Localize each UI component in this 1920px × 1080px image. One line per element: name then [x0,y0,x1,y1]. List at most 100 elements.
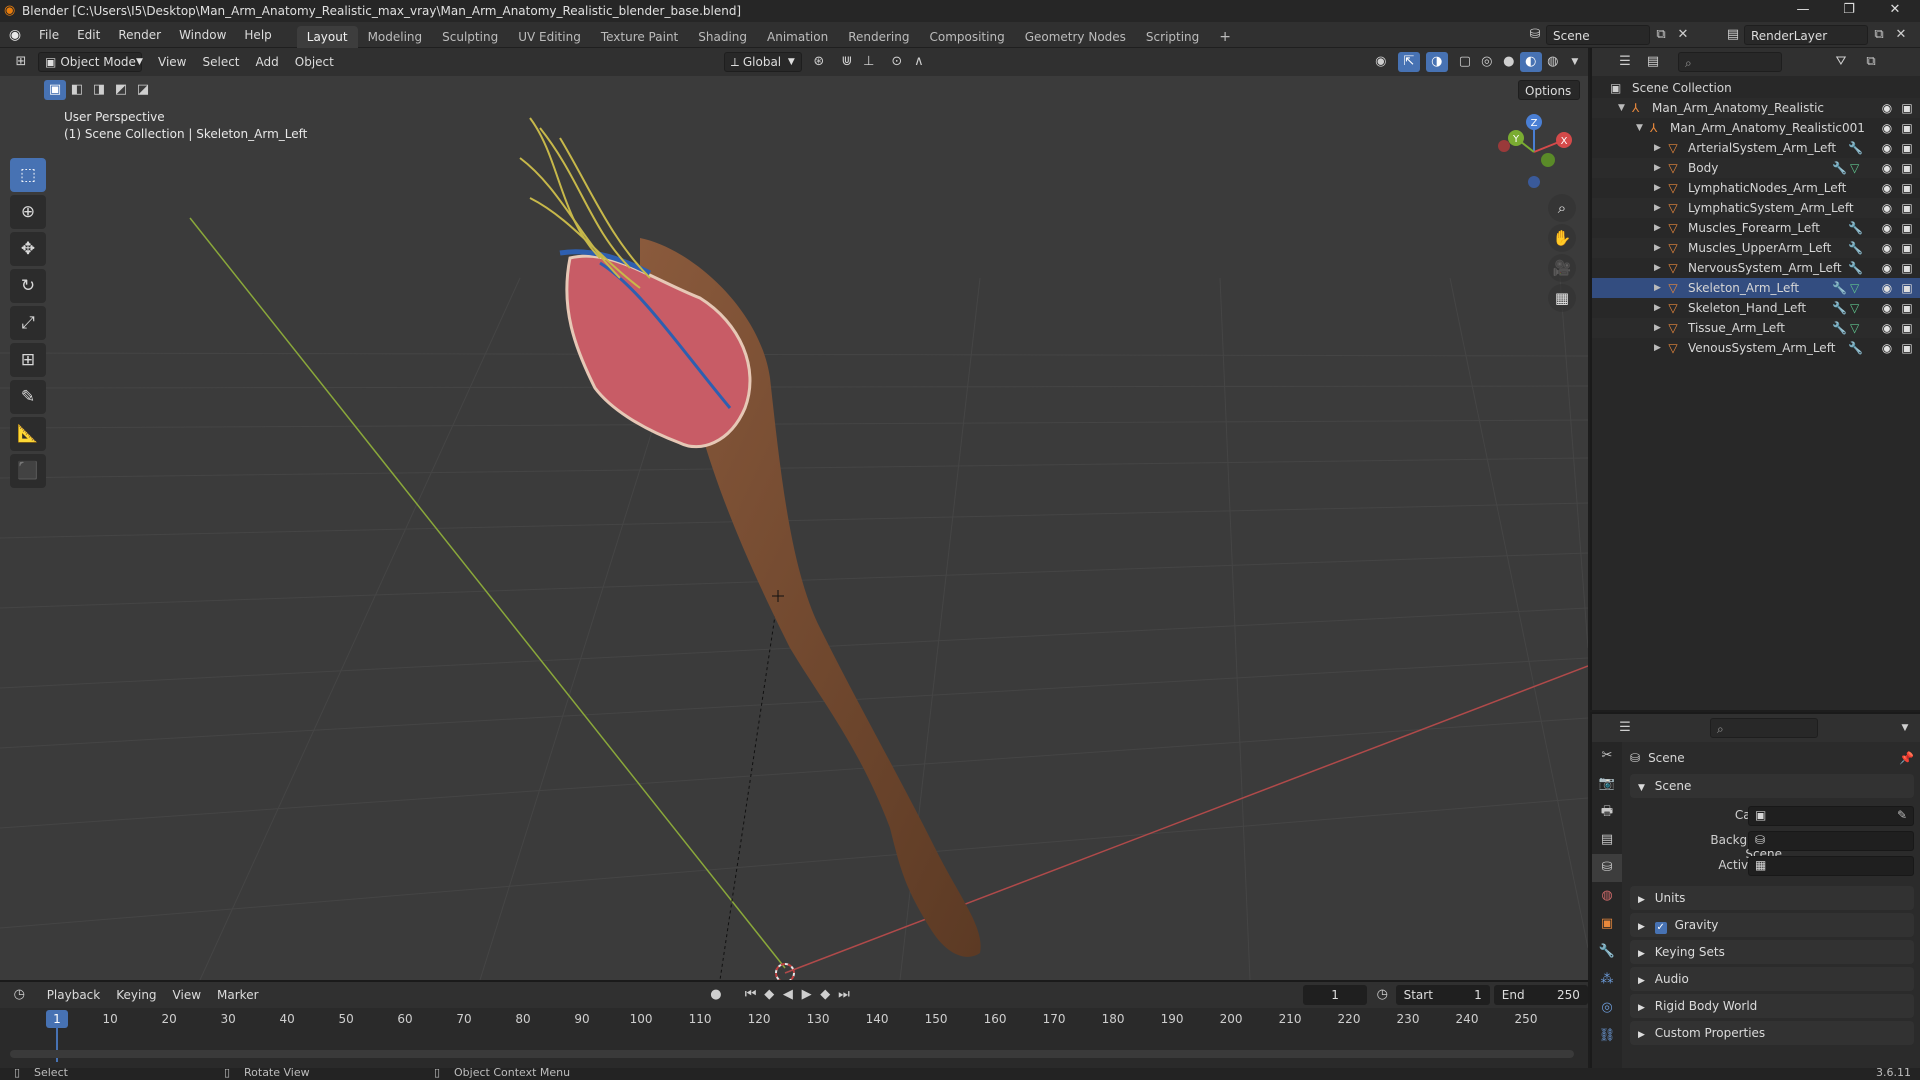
camera-icon[interactable]: ▣ [1898,178,1916,198]
delete-view-layer-icon[interactable]: ✕ [1890,25,1912,45]
expand-arrow-icon[interactable]: ▶ [1654,178,1661,198]
camera-icon[interactable]: ▣ [1898,238,1916,258]
perspective-grid-icon[interactable]: ▦ [1548,284,1576,312]
mode-dropdown[interactable]: ▣ Object Mode ▼ [38,52,143,72]
outliner-row-object[interactable]: ▶ ▽ Tissue_Arm_Left 🔧 ▽ ◉ ▣ [1592,318,1920,338]
tab-geometry-nodes[interactable]: Geometry Nodes [1015,26,1136,48]
wrench-icon[interactable]: 🔧 [1848,238,1863,258]
modifier-tab-icon[interactable]: 🔧 [1592,938,1622,966]
new-scene-icon[interactable]: ⧉ [1650,25,1672,45]
tab-animation[interactable]: Animation [757,26,838,48]
scale-tool-icon[interactable]: ⤢ [10,306,46,340]
outliner-row-object[interactable]: ▶ ▽ Skeleton_Hand_Left 🔧 ▽ ◉ ▣ [1592,298,1920,318]
scene-selector[interactable]: ⛁ Scene ⧉ ✕ [1524,25,1694,45]
expand-arrow-icon[interactable]: ▶ [1654,138,1661,158]
camera-icon[interactable]: ▣ [1898,218,1916,238]
gravity-panel-header[interactable]: ▶ ✓ Gravity [1630,913,1914,937]
outliner-row-sub-collection[interactable]: ▼ ⅄ Man_Arm_Anatomy_Realistic001 ◉ ▣ [1592,118,1920,138]
wrench-icon[interactable]: 🔧 [1832,318,1847,338]
falloff-icon[interactable]: ∧ [908,52,930,72]
properties-editor-type-icon[interactable]: ☰ [1614,718,1636,738]
outliner-row-collection[interactable]: ▼ ⅄ Man_Arm_Anatomy_Realistic ◉ ▣ [1592,98,1920,118]
eyedropper-icon[interactable]: ✎ [1897,808,1907,822]
particles-tab-icon[interactable]: ⁂ [1592,966,1622,994]
shading-options-icon[interactable]: ▼ [1564,52,1586,72]
eye-icon[interactable]: ◉ [1878,98,1896,118]
mesh-data-icon[interactable]: ▽ [1850,298,1859,318]
jump-keyframe-back-icon[interactable]: ◆ [760,985,779,1005]
camera-icon[interactable]: ▣ [1898,278,1916,298]
snap-icon[interactable]: ⋓ [836,52,858,72]
wrench-icon[interactable]: 🔧 [1848,258,1863,278]
eye-icon[interactable]: ◉ [1878,138,1896,158]
audio-panel-header[interactable]: ▶ Audio [1630,967,1914,991]
snap-target-icon[interactable]: ⊥ [858,52,880,72]
units-panel-header[interactable]: ▶ Units [1630,886,1914,910]
viewport-menu-object[interactable]: Object [287,48,342,76]
eye-icon[interactable]: ◉ [1878,218,1896,238]
camera-icon[interactable]: ▣ [1898,298,1916,318]
camera-icon[interactable]: ▣ [1898,318,1916,338]
eye-icon[interactable]: ◉ [1878,238,1896,258]
outliner-row-object[interactable]: ▶ ▽ LymphaticSystem_Arm_Left ◉ ▣ [1592,198,1920,218]
tab-scripting[interactable]: Scripting [1136,26,1209,48]
tab-texture-paint[interactable]: Texture Paint [591,26,688,48]
pan-hand-icon[interactable]: ✋ [1548,224,1576,252]
tab-shading[interactable]: Shading [688,26,757,48]
current-frame-field[interactable]: 1 [1303,985,1367,1005]
render-tab-icon[interactable]: 📷 [1592,770,1622,798]
expand-arrow-icon[interactable]: ▶ [1654,258,1661,278]
chevron-down-icon[interactable]: ▼ [1894,718,1916,738]
jump-end-icon[interactable]: ⏭ [835,985,854,1005]
outliner-row-scene-collection[interactable]: ▣ Scene Collection [1592,78,1920,98]
physics-tab-icon[interactable]: ◎ [1592,994,1622,1022]
mesh-data-icon[interactable]: ▽ [1850,278,1859,298]
play-reverse-icon[interactable]: ◀ [779,985,798,1005]
tab-uv-editing[interactable]: UV Editing [508,26,591,48]
expand-arrow-icon[interactable]: ▼ [1636,118,1643,138]
3d-viewport[interactable]: ⊞ ▣ Object Mode ▼ View Select Add Object… [0,48,1588,980]
viewport-menu-select[interactable]: Select [194,48,247,76]
timeline-editor-type-icon[interactable]: ◷ [10,985,29,1005]
custom-properties-panel-header[interactable]: ▶ Custom Properties [1630,1021,1914,1045]
tab-layout[interactable]: Layout [296,25,358,48]
add-cube-tool-icon[interactable]: ⬛ [10,454,46,488]
background-scene-field[interactable]: ⛁ [1748,831,1914,851]
camera-icon[interactable]: ▣ [1898,258,1916,278]
view-layer-tab-icon[interactable]: ▤ [1592,826,1622,854]
play-icon[interactable]: ▶ [797,985,816,1005]
select-invert-icon[interactable]: ◩ [110,80,132,100]
camera-icon[interactable]: ▣ [1898,338,1916,358]
outliner-row-object[interactable]: ▶ ▽ ArterialSystem_Arm_Left 🔧 ◉ ▣ [1592,138,1920,158]
display-mode-icon[interactable]: ▤ [1642,52,1664,72]
tab-modeling[interactable]: Modeling [358,26,433,48]
select-extend-icon[interactable]: ◧ [66,80,88,100]
rendered-shading-icon[interactable]: ◍ [1542,52,1564,72]
blender-menu-icon[interactable]: ◉ [0,27,30,43]
outliner-row-object[interactable]: ▶ ▽ LymphaticNodes_Arm_Left ◉ ▣ [1592,178,1920,198]
transform-tool-icon[interactable]: ⊞ [10,343,46,377]
minimize-icon[interactable]: — [1780,0,1826,22]
camera-icon[interactable]: ▣ [1898,138,1916,158]
outliner-row-object[interactable]: ▶ ▽ Muscles_Forearm_Left 🔧 ◉ ▣ [1592,218,1920,238]
navigation-gizmo[interactable]: Z X Y [1494,112,1574,192]
jump-keyframe-forward-icon[interactable]: ◆ [816,985,835,1005]
active-clip-field[interactable]: ▦ [1748,856,1914,876]
tab-rendering[interactable]: Rendering [838,26,919,48]
jump-start-icon[interactable]: ⏮ [741,985,760,1005]
expand-arrow-icon[interactable]: ▶ [1654,158,1661,178]
options-dropdown[interactable]: Options [1518,80,1580,100]
proportional-edit-icon[interactable]: ⊙ [886,52,908,72]
menu-help[interactable]: Help [235,22,280,48]
menu-file[interactable]: File [30,22,68,48]
outliner-row-object[interactable]: ▶ ▽ Body 🔧 ▽ ◉ ▣ [1592,158,1920,178]
mesh-data-icon[interactable]: ▽ [1850,318,1859,338]
cursor-tool-icon[interactable]: ⊕ [10,195,46,229]
solid-shading-icon[interactable]: ● [1498,52,1520,72]
zoom-icon[interactable]: ⌕ [1548,194,1576,222]
xray-icon[interactable]: ▢ [1454,52,1476,72]
select-intersect-icon[interactable]: ◪ [132,80,154,100]
eye-icon[interactable]: ◉ [1878,338,1896,358]
preview-range-icon[interactable]: ◷ [1373,985,1392,1005]
camera-field[interactable]: ▣ ✎ [1748,806,1914,826]
